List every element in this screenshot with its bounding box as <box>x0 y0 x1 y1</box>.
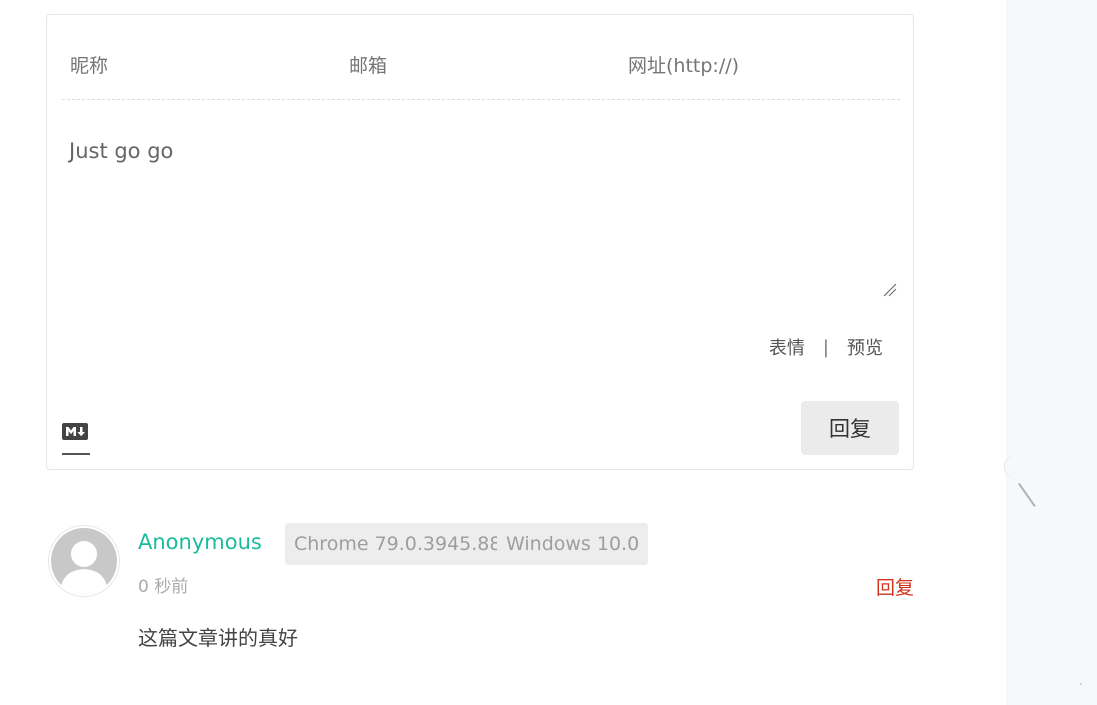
editor-toolbar: 表情 | 预览 <box>769 333 883 361</box>
submit-reply-button[interactable]: 回复 <box>801 401 899 455</box>
default-avatar-icon <box>51 528 117 594</box>
comment-meta-fields <box>62 49 906 100</box>
comment-author[interactable]: Anonymous <box>138 530 262 554</box>
emoji-button[interactable]: 表情 <box>769 334 805 360</box>
comment-time: 0 秒前 <box>138 577 189 597</box>
website-input[interactable] <box>620 49 906 83</box>
preview-button[interactable]: 预览 <box>847 334 883 360</box>
markdown-icon[interactable] <box>62 419 90 455</box>
sidebar-decoration-dot <box>1080 683 1082 685</box>
os-badge: Windows 10.0 <box>497 523 649 565</box>
comment-editor: Just go go 表情 | 预览 回复 <box>46 14 914 470</box>
reply-link[interactable]: 回复 <box>876 573 914 600</box>
email-input[interactable] <box>341 49 619 83</box>
resize-handle-icon[interactable] <box>883 283 897 297</box>
avatar <box>48 525 120 597</box>
comment-textarea[interactable]: Just go go <box>69 137 899 297</box>
toolbar-separator: | <box>822 336 829 358</box>
browser-badge: Chrome 79.0.3945.88 <box>285 523 511 565</box>
page: Just go go 表情 | 预览 回复 Anonymous Chrome 7… <box>0 0 1097 705</box>
comment-content: 这篇文章讲的真好 <box>138 626 298 650</box>
right-sidebar <box>1006 0 1097 705</box>
nickname-input[interactable] <box>62 49 340 83</box>
